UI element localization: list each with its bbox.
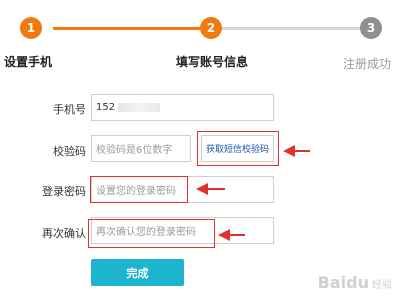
arrow-icon — [283, 145, 310, 157]
watermark-text: Baidu — [317, 273, 369, 292]
arrow-icon — [218, 229, 245, 241]
annotation-arrows — [196, 145, 310, 241]
arrow-icon — [196, 183, 225, 195]
baidu-watermark: Baidu 经验 — [318, 273, 392, 292]
watermark-subtext: 经验 — [372, 280, 392, 291]
